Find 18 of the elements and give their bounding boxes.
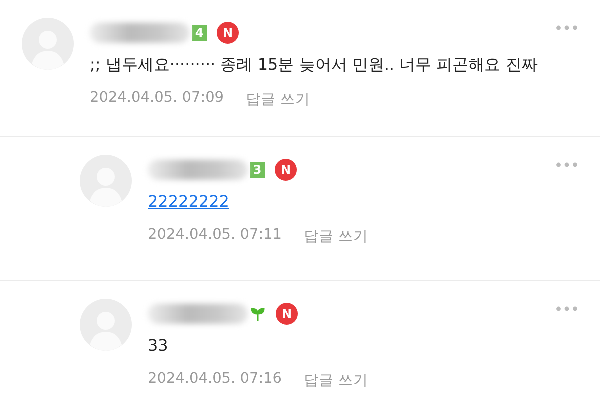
more-icon[interactable]: [556, 306, 578, 312]
comment-date: 2024.04.05. 07:11: [148, 227, 282, 245]
new-badge: N: [275, 159, 297, 181]
comment-text: 33: [148, 335, 168, 357]
reply-link[interactable]: 답글 쓰기: [304, 371, 369, 390]
sprout-icon: [250, 306, 266, 322]
level-badge: 4: [192, 25, 207, 41]
new-badge: N: [276, 303, 298, 325]
comment-text: ;; 냅두세요········· 종례 15분 늦어서 민원.. 너무 피곤해요 진짜: [90, 54, 538, 76]
comment-date: 2024.04.05. 07:16: [148, 371, 282, 389]
comment-date: 2024.04.05. 07:09: [90, 90, 224, 108]
more-icon[interactable]: [556, 162, 578, 168]
more-icon[interactable]: [556, 25, 578, 31]
comment-link[interactable]: 22222222: [148, 191, 230, 213]
level-badge: 3: [250, 162, 265, 178]
reply-link[interactable]: 답글 쓰기: [246, 90, 311, 109]
reply-link[interactable]: 답글 쓰기: [304, 227, 369, 246]
new-badge: N: [217, 22, 239, 44]
